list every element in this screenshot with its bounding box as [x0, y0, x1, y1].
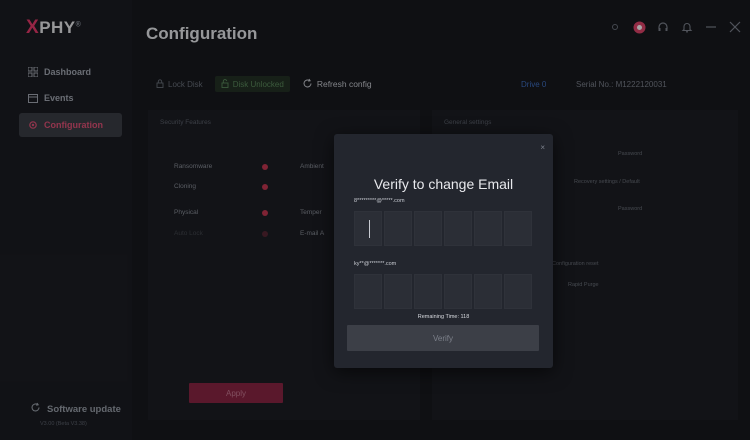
verify-button[interactable]: Verify: [347, 325, 539, 351]
code-digit-input[interactable]: [414, 274, 442, 309]
remaining-time: Remaining Time: 118: [417, 314, 470, 320]
verify-email-modal: × Verify to change Email 8*********@****…: [334, 134, 553, 368]
code-digit-input[interactable]: [414, 211, 442, 246]
code-digit-input[interactable]: [474, 211, 502, 246]
code-digit-input[interactable]: [354, 274, 382, 309]
code-digit-input[interactable]: [444, 274, 472, 309]
current-email-label: 8*********@*****.com: [354, 198, 405, 204]
code-digit-input[interactable]: [504, 211, 532, 246]
code-digit-input[interactable]: [474, 274, 502, 309]
code-digit-input[interactable]: [384, 274, 412, 309]
modal-close-button[interactable]: ×: [540, 143, 545, 152]
new-email-code-input: [354, 274, 532, 309]
code-digit-input[interactable]: [444, 211, 472, 246]
code-digit-input[interactable]: [384, 211, 412, 246]
current-email-code-input: [354, 211, 532, 246]
code-digit-input[interactable]: [504, 274, 532, 309]
modal-title: Verify to change Email: [373, 176, 514, 192]
code-digit-input[interactable]: [354, 211, 382, 246]
new-email-label: ky**@*******.com: [354, 261, 397, 267]
